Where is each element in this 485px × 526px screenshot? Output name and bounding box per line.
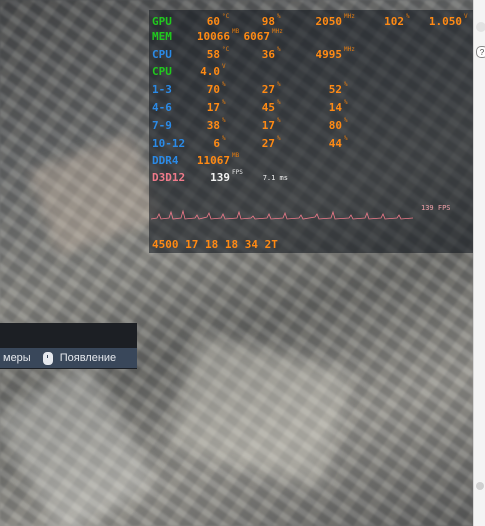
overlay-row-label: 4-6: [152, 101, 172, 114]
overlay-unit: MB: [232, 28, 240, 35]
overlay-value: 17: [206, 101, 220, 114]
overlay-row-label: DDR4: [152, 154, 179, 167]
overlay-row-label: 1-3: [152, 83, 172, 96]
overlay-row-label: CPU: [152, 48, 172, 61]
overlay-value: 60: [206, 15, 220, 28]
overlay-value: 27: [261, 137, 275, 150]
overlay-value: 7.1 ms: [262, 174, 288, 182]
overlay-row-label: MEM: [152, 30, 172, 43]
overlay-value: 139: [210, 171, 230, 184]
game-menu-bar[interactable]: меры Появление: [0, 348, 137, 368]
overlay-unit: %: [277, 13, 281, 20]
overlay-unit: %: [277, 135, 281, 142]
overlay-value: 52: [328, 83, 342, 96]
overlay-unit: %: [344, 135, 348, 142]
overlay-row-label: 10-12: [152, 137, 186, 150]
overlay-row: CPU 58 °C 36% 4995 MHz: [149, 46, 473, 63]
overlay-unit: %: [277, 81, 281, 88]
sidebar-bottom-icon[interactable]: [476, 482, 484, 490]
overlay-row-label: D3D12: [152, 171, 186, 184]
overlay-value: 2050: [315, 15, 343, 28]
overlay-row: 10-12 6% 27% 44%: [149, 135, 473, 152]
overlay-unit: %: [344, 81, 348, 88]
game-screen: 139 FPS 4500 17 18 18 34 2T GPU 60 °C 98% 20…: [0, 0, 473, 526]
overlay-unit: MHz: [344, 13, 355, 20]
performance-overlay: 139 FPS 4500 17 18 18 34 2T GPU 60 °C 98% 20…: [149, 10, 473, 253]
overlay-value: 44: [328, 137, 342, 150]
overlay-unit: %: [222, 99, 226, 106]
overlay-value: 6: [213, 137, 220, 150]
overlay-row: CPU 4.0 V: [149, 63, 473, 80]
overlay-unit: %: [344, 117, 348, 124]
overlay-value: 17: [261, 119, 275, 132]
overlay-value: 1.050: [428, 15, 462, 28]
overlay-row-label: 7-9: [152, 119, 172, 132]
ram-timings: 4500 17 18 18 34 2T: [152, 238, 278, 251]
overlay-value: 70: [206, 83, 220, 96]
overlay-value: 14: [328, 101, 342, 114]
overlay-value: 80: [328, 119, 342, 132]
overlay-value: 45: [261, 101, 275, 114]
overlay-value: 10066: [196, 30, 230, 43]
overlay-unit: %: [406, 13, 410, 20]
overlay-unit: %: [277, 99, 281, 106]
overlay-unit: %: [277, 46, 281, 53]
menu-item-cameras[interactable]: меры: [3, 352, 31, 364]
overlay-value: 36: [261, 48, 275, 61]
overlay-row: MEM 10066 MB 6067 MHz: [149, 28, 473, 45]
overlay-row: 4-6 17% 45% 14%: [149, 99, 473, 116]
overlay-unit: %: [222, 135, 226, 142]
sidebar-top-icon[interactable]: [476, 22, 485, 32]
overlay-unit: V: [464, 13, 468, 20]
help-icon[interactable]: ?: [476, 46, 485, 58]
overlay-value: 98: [261, 15, 275, 28]
overlay-unit: °C: [222, 13, 230, 20]
overlay-row: 7-9 38% 17% 80%: [149, 117, 473, 134]
graph-fps-label: 139 FPS: [421, 204, 451, 212]
overlay-unit: MB: [232, 152, 240, 159]
overlay-value: 38: [206, 119, 220, 132]
overlay-value: 11067: [196, 154, 230, 167]
overlay-unit: V: [222, 63, 226, 70]
overlay-value: 4.0: [200, 65, 220, 78]
overlay-unit: MHz: [344, 46, 355, 53]
mouse-icon: [42, 351, 53, 365]
menu-item-spawn[interactable]: Появление: [60, 352, 116, 364]
overlay-unit: %: [222, 117, 226, 124]
overlay-unit: FPS: [232, 169, 243, 176]
overlay-row: DDR4 11067 MB: [149, 152, 473, 169]
overlay-row-label: GPU: [152, 15, 172, 28]
overlay-unit: %: [344, 99, 348, 106]
overlay-row: D3D12 139 FPS 7.1 ms: [149, 169, 473, 186]
frametime-graph: [151, 209, 413, 220]
overlay-unit: %: [277, 117, 281, 124]
overlay-unit: MHz: [272, 28, 283, 35]
browser-sidebar: ?: [473, 0, 485, 526]
overlay-value: 6067: [243, 30, 271, 43]
overlay-value: 4995: [315, 48, 343, 61]
overlay-row: GPU 60 °C 98% 2050 MHz 102% 1.050 V: [149, 13, 473, 30]
overlay-row-label: CPU: [152, 65, 172, 78]
overlay-value: 27: [261, 83, 275, 96]
overlay-row: 1-3 70% 27% 52%: [149, 81, 473, 98]
overlay-unit: °C: [222, 46, 230, 53]
overlay-unit: %: [222, 81, 226, 88]
overlay-value: 58: [206, 48, 220, 61]
overlay-value: 102: [384, 15, 404, 28]
